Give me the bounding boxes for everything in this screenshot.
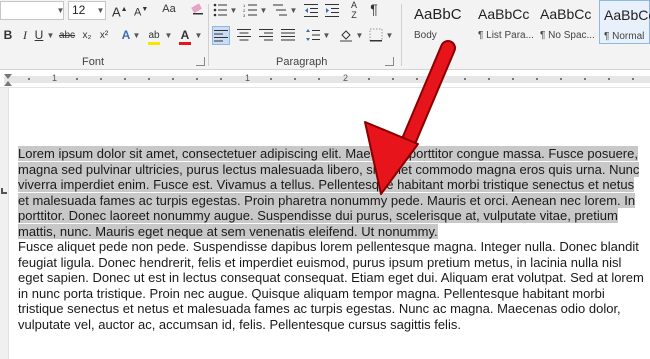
- bullets-icon[interactable]: [212, 0, 228, 19]
- first-line-indent-marker[interactable]: [4, 74, 12, 80]
- selected-paragraph[interactable]: Lorem ipsum dolor sit amet, consectetuer…: [18, 146, 648, 239]
- text-effects-dropdown-icon[interactable]: ▼: [131, 26, 142, 45]
- multilevel-list-dropdown-icon[interactable]: ▼: [288, 1, 299, 20]
- font-group-label: Font: [82, 56, 105, 68]
- italic-button[interactable]: I: [20, 26, 30, 45]
- ruler-tick: [270, 78, 272, 80]
- ruler-tick: [124, 78, 126, 80]
- ruler-tick: [416, 78, 418, 80]
- style-name: ¶ List Para...: [478, 30, 534, 41]
- font-size-dropdown-icon[interactable]: ▼: [95, 1, 106, 20]
- align-right-icon[interactable]: [258, 26, 274, 45]
- ruler-tick: [28, 78, 30, 80]
- borders-icon[interactable]: [368, 26, 384, 45]
- strikethrough-button[interactable]: abc: [58, 26, 76, 45]
- ruler-tick: [584, 78, 586, 80]
- paragraph-dialog-launcher-icon[interactable]: [385, 57, 394, 66]
- numbering-dropdown-icon[interactable]: ▼: [258, 1, 269, 20]
- style-no-spacing[interactable]: AaBbCc ¶ No Spac...: [536, 0, 598, 44]
- style-sample: AaBbC: [414, 6, 462, 23]
- font-color-dropdown-icon[interactable]: ▼: [193, 26, 204, 45]
- ruler-tick: [440, 78, 442, 80]
- style-sample: AaBbCc: [478, 6, 530, 22]
- highlight-color-bar: [148, 42, 160, 45]
- ruler-tick: [100, 78, 102, 80]
- justify-icon[interactable]: [280, 26, 296, 45]
- line-spacing-icon[interactable]: [305, 26, 321, 45]
- paragraph-group-label: Paragraph: [276, 56, 328, 68]
- highlight-dropdown-icon[interactable]: ▼: [163, 26, 174, 45]
- decrease-indent-icon[interactable]: [303, 0, 319, 19]
- selected-text[interactable]: Lorem ipsum dolor sit amet, consectetuer…: [18, 146, 640, 239]
- font-name-dropdown-icon[interactable]: ▼: [55, 1, 66, 20]
- show-marks-button[interactable]: ¶: [367, 0, 381, 19]
- font-color-button[interactable]: A: [178, 26, 192, 45]
- ruler-tick: [464, 78, 466, 80]
- style-sample: AaBbCc: [604, 7, 650, 23]
- ruler-number: 2: [343, 73, 349, 83]
- shading-dropdown-icon[interactable]: ▼: [354, 26, 365, 45]
- change-case-button[interactable]: Aa: [158, 0, 180, 19]
- style-name: ¶ Normal: [604, 31, 645, 42]
- line-spacing-dropdown-icon[interactable]: ▼: [321, 26, 332, 45]
- group-divider: [401, 4, 402, 66]
- document-page[interactable]: Lorem ipsum dolor sit amet, consectetuer…: [18, 146, 648, 332]
- sort-icon[interactable]: AZ: [346, 0, 362, 20]
- tab-selector-icon[interactable]: [1, 188, 7, 194]
- ruler-tick: [76, 78, 78, 80]
- svg-text:3: 3: [243, 13, 246, 17]
- increase-indent-icon[interactable]: [324, 0, 340, 19]
- shading-icon[interactable]: [338, 26, 354, 45]
- ruler-tick: [148, 78, 150, 80]
- numbering-icon[interactable]: 123: [242, 0, 258, 19]
- ruler-tick: [392, 78, 394, 80]
- style-normal[interactable]: AaBbCc ¶ Normal: [599, 0, 650, 44]
- font-dialog-launcher-icon[interactable]: [196, 57, 205, 66]
- ruler-tick: [318, 78, 320, 80]
- ruler-number: 1: [245, 73, 251, 83]
- style-body[interactable]: AaBbC Body: [410, 0, 472, 44]
- underline-button[interactable]: U: [34, 26, 44, 45]
- ruler-tick: [172, 78, 174, 80]
- horizontal-ruler[interactable]: 1 1 2: [0, 70, 650, 88]
- font-color-bar: [179, 42, 191, 45]
- ruler-tick: [536, 78, 538, 80]
- clear-formatting-icon[interactable]: [190, 0, 206, 19]
- ruler-tick: [560, 78, 562, 80]
- ribbon: ▼ 12 ▼ A▲ A▼ Aa B I U ▼ abc x₂ x² A ▼ ab…: [0, 0, 650, 70]
- style-sample: AaBbCc: [540, 6, 592, 22]
- ruler-tick: [632, 78, 634, 80]
- group-divider: [208, 4, 209, 66]
- borders-dropdown-icon[interactable]: ▼: [384, 26, 395, 45]
- ruler-tick: [220, 78, 222, 80]
- ruler-tick: [196, 78, 198, 80]
- style-name: ¶ No Spac...: [540, 30, 595, 41]
- align-center-icon[interactable]: [236, 26, 252, 45]
- align-left-icon[interactable]: [212, 26, 230, 45]
- shrink-font-button[interactable]: A▼: [134, 0, 148, 19]
- ruler-tick: [512, 78, 514, 80]
- ruler-tick: [294, 78, 296, 80]
- hanging-indent-marker[interactable]: [4, 81, 12, 86]
- superscript-button[interactable]: x²: [97, 26, 111, 45]
- vertical-ruler[interactable]: [0, 88, 9, 359]
- ruler-tick: [488, 78, 490, 80]
- ruler-tick: [608, 78, 610, 80]
- body-paragraph[interactable]: Fusce aliquet pede non pede. Suspendisse…: [18, 239, 648, 332]
- ruler-tick: [368, 78, 370, 80]
- style-name: Body: [414, 30, 437, 41]
- style-list-paragraph[interactable]: AaBbCc ¶ List Para...: [474, 0, 536, 44]
- multilevel-list-icon[interactable]: [272, 0, 288, 19]
- bold-button[interactable]: B: [2, 26, 14, 45]
- grow-font-button[interactable]: A▲: [112, 0, 128, 19]
- ruler-number: 1: [52, 73, 58, 83]
- highlight-button[interactable]: ab: [146, 26, 162, 45]
- bullets-dropdown-icon[interactable]: ▼: [228, 1, 239, 20]
- subscript-button[interactable]: x₂: [80, 26, 94, 45]
- underline-dropdown-icon[interactable]: ▼: [45, 26, 56, 45]
